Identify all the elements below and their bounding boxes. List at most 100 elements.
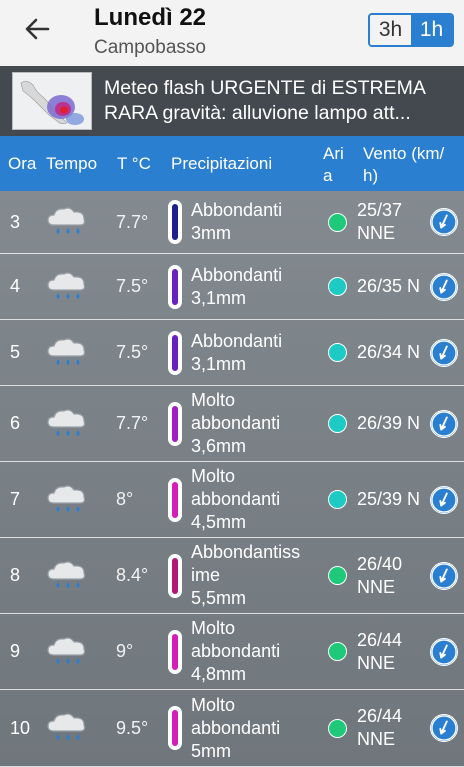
table-row[interactable]: 3 7.7° Abbondanti 3mm 25/37 NNE (0, 191, 464, 254)
top-bar: Lunedì 22 Campobasso 3h 1h (0, 0, 464, 66)
wind-line: NNE (357, 729, 396, 749)
rain-cloud-icon (44, 320, 90, 385)
precipitation-line: abbondanti (191, 717, 281, 738)
page-title: Lunedì 22 (94, 4, 207, 31)
hour-cell: 7 (10, 489, 21, 509)
temperature-cell: 7.5° (116, 342, 149, 362)
table-row[interactable]: 8 8.4° Abbondantiss ime 5,5mm 26/40 NNE (0, 538, 464, 614)
precipitation-line: Molto (191, 390, 236, 410)
precipitation-line: ime (191, 565, 221, 585)
wind-direction-icon[interactable] (430, 320, 460, 385)
table-row[interactable]: 4 7.5° Abbondanti 3,1mm 26/35 N (0, 254, 464, 320)
precipitation-line: 4,8mm (191, 664, 247, 684)
wind-line: 26/34 N (357, 342, 421, 362)
wind-cell: 26/40 NNE (357, 538, 431, 613)
wind-cell: 25/39 N (357, 462, 431, 537)
wind-direction-icon[interactable] (430, 614, 460, 689)
air-quality-dot (328, 254, 350, 319)
col-temp: T °C (117, 154, 151, 173)
precipitation-gauge-icon (168, 690, 184, 766)
col-vento-line2: h) (363, 166, 379, 185)
wind-line: 26/44 (357, 706, 403, 726)
air-quality-dot (328, 462, 350, 537)
col-precipitazioni: Precipitazioni (171, 154, 273, 173)
precipitation-cell: Molto abbondanti 3,6mm (191, 386, 319, 461)
temperature-cell: 8.4° (116, 565, 149, 585)
wind-direction-icon[interactable] (430, 191, 460, 253)
wind-direction-icon[interactable] (430, 690, 460, 766)
hour-cell: 9 (10, 641, 21, 661)
precipitation-line: abbondanti (191, 413, 281, 433)
rain-cloud-icon (44, 254, 90, 319)
back-arrow-icon[interactable] (22, 14, 52, 44)
col-aria-line1: Ari (323, 144, 344, 163)
hour-cell: 10 (10, 717, 31, 738)
rain-cloud-icon (44, 386, 90, 461)
temperature-cell: 8° (116, 489, 134, 509)
alert-map-thumbnail (12, 72, 92, 130)
alert-banner[interactable]: Meteo flash URGENTE di ESTREMA RARA grav… (0, 66, 464, 136)
location-label: Campobasso (94, 37, 206, 58)
precipitation-line: Abbondantiss (191, 542, 301, 562)
alert-line-2: RARA gravità: alluvione lampo att... (104, 102, 411, 124)
wind-cell: 25/37 NNE (357, 191, 431, 253)
precipitation-gauge-icon (168, 538, 184, 613)
alert-text: Meteo flash URGENTE di ESTREMA RARA grav… (104, 76, 456, 126)
wind-line: NNE (357, 652, 396, 673)
wind-direction-icon[interactable] (430, 386, 460, 461)
precipitation-gauge-icon (168, 614, 184, 689)
col-aria-line2: a (323, 166, 333, 185)
air-quality-dot (328, 191, 350, 253)
table-row[interactable]: 6 7.7° Molto abbondanti 3,6mm 26/39 N (0, 386, 464, 462)
wind-cell: 26/44 NNE (357, 614, 431, 689)
air-quality-dot (328, 690, 350, 766)
hour-cell: 4 (10, 276, 21, 296)
table-row[interactable]: 5 7.5° Abbondanti 3,1mm 26/34 N (0, 320, 464, 386)
alert-line-1: Meteo flash URGENTE di ESTREMA (104, 77, 426, 99)
precipitation-cell: Abbondantiss ime 5,5mm (191, 538, 319, 613)
wind-direction-icon[interactable] (430, 462, 460, 537)
precipitation-line: Abbondanti (191, 330, 283, 351)
temperature-cell: 7.5° (116, 276, 149, 296)
toggle-1h-button[interactable]: 1h (411, 15, 452, 45)
wind-line: 26/44 (357, 629, 403, 650)
precipitation-line: 3,1mm (191, 287, 247, 308)
wind-direction-icon[interactable] (430, 538, 460, 613)
wind-line: 25/39 N (357, 489, 421, 509)
wind-line: NNE (357, 223, 396, 243)
precipitation-gauge-icon (168, 320, 184, 385)
wind-line: 26/40 (357, 553, 403, 574)
air-quality-dot (328, 320, 350, 385)
wind-line: 25/37 (357, 200, 403, 220)
precipitation-cell: Abbondanti 3,1mm (191, 254, 319, 319)
table-row[interactable]: 9 9° Molto abbondanti 4,8mm 26/44 NNE (0, 614, 464, 690)
precipitation-gauge-icon (168, 191, 184, 253)
precipitation-cell: Molto abbondanti 5mm (191, 690, 319, 766)
precipitation-line: abbondanti (191, 489, 281, 509)
precipitation-cell: Molto abbondanti 4,8mm (191, 614, 319, 689)
precipitation-line: Abbondanti (191, 264, 283, 285)
precipitation-line: Molto (191, 618, 236, 638)
precipitation-line: Molto (191, 694, 236, 715)
precipitation-line: Abbondanti (191, 200, 283, 220)
precipitation-line: 5mm (191, 740, 231, 761)
hour-cell: 3 (10, 211, 21, 232)
precipitation-cell: Abbondanti 3,1mm (191, 320, 319, 385)
wind-cell: 26/35 N (357, 254, 431, 319)
table-header: Ora Tempo T °C Precipitazioni Ari a Vent… (0, 136, 464, 191)
table-row[interactable]: 10 9.5° Molto abbondanti 5mm 26/44 NNE (0, 690, 464, 767)
table-row[interactable]: 7 8° Molto abbondanti 4,5mm 25/39 N (0, 462, 464, 538)
hour-cell: 6 (10, 413, 21, 433)
wind-direction-icon[interactable] (430, 254, 460, 319)
precipitation-line: 5,5mm (191, 588, 247, 608)
toggle-3h-button[interactable]: 3h (370, 15, 411, 45)
precipitation-gauge-icon (168, 462, 184, 537)
interval-toggle: 3h 1h (368, 13, 454, 47)
col-vento-line1: Vento (km/ (363, 144, 445, 163)
wind-line: NNE (357, 576, 396, 597)
temperature-cell: 9° (116, 641, 134, 661)
rain-cloud-icon (44, 538, 90, 613)
air-quality-dot (328, 386, 350, 461)
col-ora: Ora (8, 154, 37, 173)
temperature-cell: 7.7° (116, 211, 149, 232)
